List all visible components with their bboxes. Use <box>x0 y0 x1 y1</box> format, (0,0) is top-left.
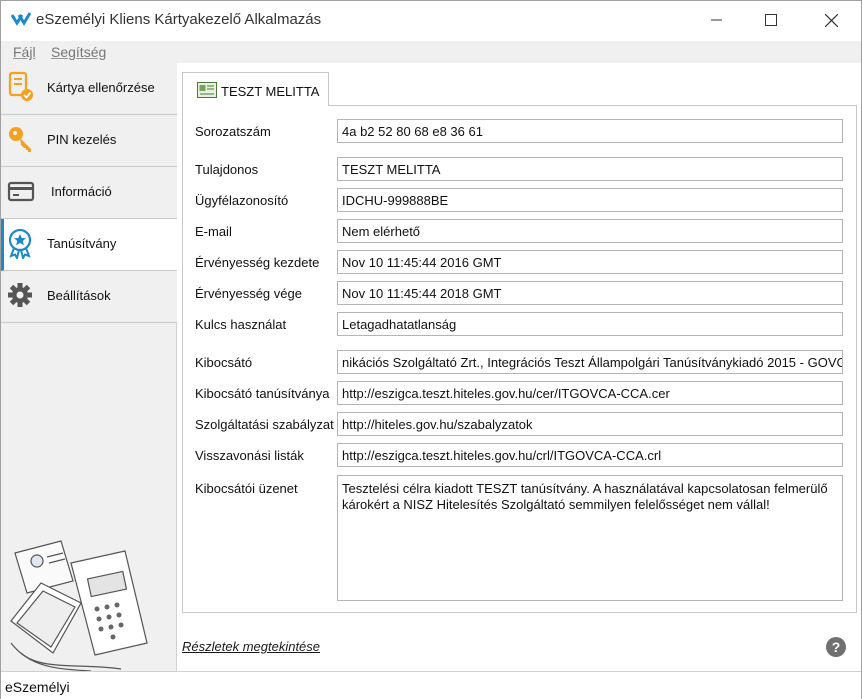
field-email[interactable]: Nem elérhető <box>337 219 843 243</box>
label-revocation-lists: Visszavonási listák <box>195 448 304 463</box>
close-icon <box>824 13 838 27</box>
label-issuer: Kibocsátó <box>195 355 253 370</box>
field-value: http://eszigca.teszt.hiteles.gov.hu/cer/… <box>342 386 670 401</box>
sidebar-item-label: PIN kezelés <box>47 132 117 147</box>
label-valid-to: Érvényesség vége <box>195 286 302 301</box>
field-value: Nov 10 11:45:44 2018 GMT <box>342 286 502 301</box>
field-value: Nem elérhető <box>342 224 421 239</box>
id-card-icon <box>197 82 217 98</box>
sidebar-item-label: Tanúsítvány <box>47 236 117 251</box>
menu-help[interactable]: Segítség <box>51 44 106 60</box>
certificate-badge-icon <box>8 228 32 259</box>
field-value: IDCHU-999888BE <box>342 193 449 208</box>
sidebar-item-certificate[interactable]: Tanúsítvány <box>1 219 177 271</box>
minimize-icon <box>711 19 722 21</box>
field-value: http://eszigca.teszt.hiteles.gov.hu/crl/… <box>342 448 662 463</box>
sidebar-item-label: Beállítások <box>47 288 111 303</box>
sidebar-item-info[interactable]: Információ <box>1 167 177 219</box>
label-client-id: Ügyfélazonosító <box>195 193 289 208</box>
field-value: http://hiteles.gov.hu/szabalyzatok <box>342 417 533 432</box>
field-service-policy[interactable]: http://hiteles.gov.hu/szabalyzatok <box>337 412 843 436</box>
field-value: TESZT MELITTA <box>342 162 441 177</box>
maximize-button[interactable] <box>748 1 794 39</box>
sidebar: Kártya ellenőrzése PIN kezelés Informáci… <box>1 63 177 671</box>
field-issuer-certificate[interactable]: http://eszigca.teszt.hiteles.gov.hu/cer/… <box>337 381 843 405</box>
minimize-button[interactable] <box>694 1 740 39</box>
label-key-usage: Kulcs használat <box>195 317 287 332</box>
app-logo-icon <box>11 12 31 26</box>
field-serial-number[interactable]: 4a b2 52 80 68 e8 36 61 <box>337 119 843 143</box>
window-title: eSzemélyi Kliens Kártyakezelő Alkalmazás <box>36 11 322 28</box>
key-icon <box>9 127 31 152</box>
tab-label: TESZT MELITTA <box>221 84 320 99</box>
sidebar-item-pin[interactable]: PIN kezelés <box>1 115 177 167</box>
field-issuer-message[interactable]: Tesztelési célra kiadott TESZT tanúsítvá… <box>337 475 843 601</box>
status-text: eSzemélyi <box>5 679 70 695</box>
field-revocation-lists[interactable]: http://eszigca.teszt.hiteles.gov.hu/crl/… <box>337 443 843 467</box>
sidebar-item-card-check[interactable]: Kártya ellenőrzése <box>1 63 177 115</box>
sidebar-item-label: Információ <box>51 184 112 199</box>
label-email: E-mail <box>195 224 232 239</box>
help-icon[interactable]: ? <box>826 637 846 657</box>
label-valid-from: Érvényesség kezdete <box>195 255 320 270</box>
card-icon <box>7 181 35 202</box>
tab-certificate-owner[interactable]: TESZT MELITTA <box>182 72 329 106</box>
status-bar: eSzemélyi <box>1 671 861 699</box>
menu-file[interactable]: Fájl <box>13 44 36 60</box>
label-issuer-message: Kibocsátói üzenet <box>195 481 298 496</box>
gear-icon <box>8 283 32 307</box>
field-issuer[interactable]: nikációs Szolgáltató Zrt., Integrációs T… <box>337 350 843 374</box>
field-client-id[interactable]: IDCHU-999888BE <box>337 188 843 212</box>
field-value: nikációs Szolgáltató Zrt., Integrációs T… <box>342 355 843 370</box>
close-button[interactable] <box>808 1 854 39</box>
label-issuer-certificate: Kibocsátó tanúsítványa <box>195 386 330 401</box>
maximize-icon <box>765 14 777 26</box>
view-details-link[interactable]: Részletek megtekintése <box>182 639 320 654</box>
label-service-policy: Szolgáltatási szabályzat <box>195 417 334 432</box>
field-value: Nov 10 11:45:44 2016 GMT <box>342 255 502 270</box>
title-bar[interactable]: eSzemélyi Kliens Kártyakezelő Alkalmazás <box>1 1 861 39</box>
card-check-icon <box>8 71 33 101</box>
field-valid-from[interactable]: Nov 10 11:45:44 2016 GMT <box>337 250 843 274</box>
sidebar-item-settings[interactable]: Beállítások <box>1 271 177 323</box>
label-serial-number: Sorozatszám <box>195 124 271 139</box>
field-value: Letagadhatatlanság <box>342 317 457 332</box>
card-reader-illustration <box>10 540 148 671</box>
app-window: eSzemélyi Kliens Kártyakezelő Alkalmazás… <box>0 0 862 699</box>
menu-bar: Fájl Segítség <box>1 41 861 63</box>
field-key-usage[interactable]: Letagadhatatlanság <box>337 312 843 336</box>
field-valid-to[interactable]: Nov 10 11:45:44 2018 GMT <box>337 281 843 305</box>
sidebar-item-label: Kártya ellenőrzése <box>47 80 155 95</box>
field-value: 4a b2 52 80 68 e8 36 61 <box>342 124 483 139</box>
label-owner: Tulajdonos <box>195 162 259 177</box>
field-owner[interactable]: TESZT MELITTA <box>337 157 843 181</box>
